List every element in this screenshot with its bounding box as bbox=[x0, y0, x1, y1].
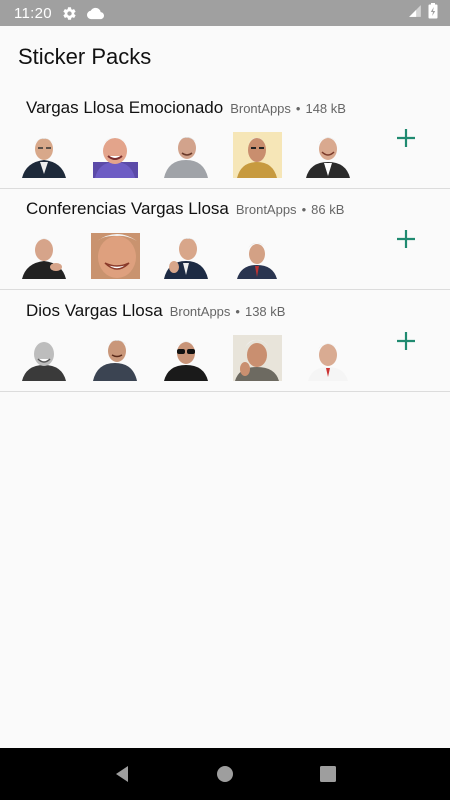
back-icon bbox=[115, 766, 128, 782]
home-icon bbox=[216, 766, 233, 782]
sticker-image bbox=[233, 233, 282, 279]
pack-separator: • bbox=[301, 202, 307, 217]
add-pack-button[interactable] bbox=[392, 327, 420, 355]
sticker-image bbox=[233, 335, 282, 381]
pack-name: Dios Vargas Llosa bbox=[26, 301, 163, 320]
pack-separator: • bbox=[235, 304, 240, 319]
pack-publisher: BrontApps bbox=[235, 202, 297, 217]
pack-size: 138 kB bbox=[244, 304, 286, 319]
status-time: 11:20 bbox=[14, 4, 52, 22]
sticker-row bbox=[20, 335, 353, 381]
plus-icon bbox=[397, 230, 415, 248]
sticker-image bbox=[20, 335, 69, 381]
plus-icon bbox=[397, 129, 415, 147]
pack-header: Dios Vargas Llosa BrontApps • 138 kB bbox=[26, 301, 285, 321]
status-bar: 11:20 bbox=[0, 0, 450, 26]
sticker-image bbox=[304, 132, 353, 178]
battery-charging-icon bbox=[428, 2, 438, 24]
add-pack-button[interactable] bbox=[392, 225, 420, 253]
sticker-pack-item[interactable]: Conferencias Vargas Llosa BrontApps • 86… bbox=[0, 189, 450, 290]
sticker-image bbox=[91, 233, 140, 279]
pack-name: Conferencias Vargas Llosa bbox=[26, 199, 229, 218]
pack-publisher: BrontApps bbox=[169, 304, 231, 319]
recents-icon bbox=[320, 766, 337, 782]
pack-name: Vargas Llosa Emocionado bbox=[26, 98, 224, 117]
back-button[interactable] bbox=[110, 762, 134, 786]
recents-button[interactable] bbox=[316, 762, 340, 786]
sticker-row bbox=[20, 132, 353, 178]
sticker-image bbox=[91, 335, 140, 381]
cloud-icon bbox=[86, 7, 104, 20]
add-pack-button[interactable] bbox=[392, 124, 420, 152]
sticker-row bbox=[20, 233, 282, 279]
sticker-pack-item[interactable]: Dios Vargas Llosa BrontApps • 138 kB bbox=[0, 291, 450, 392]
sticker-image bbox=[162, 132, 211, 178]
page-title: Sticker Packs bbox=[18, 44, 152, 69]
pack-separator: • bbox=[295, 101, 301, 116]
sticker-image bbox=[91, 132, 140, 178]
sticker-image bbox=[20, 233, 69, 279]
pack-size: 86 kB bbox=[311, 202, 345, 217]
plus-icon bbox=[397, 332, 415, 350]
pack-publisher: BrontApps bbox=[230, 101, 291, 116]
sticker-image bbox=[162, 335, 211, 381]
signal-icon bbox=[408, 4, 422, 23]
gear-icon bbox=[62, 6, 77, 21]
sticker-pack-item[interactable]: Vargas Llosa Emocionado BrontApps • 148 … bbox=[0, 88, 450, 189]
pack-size: 148 kB bbox=[305, 101, 346, 116]
navigation-bar bbox=[0, 748, 450, 800]
pack-header: Conferencias Vargas Llosa BrontApps • 86… bbox=[26, 199, 344, 219]
sticker-image bbox=[304, 335, 353, 381]
pack-header: Vargas Llosa Emocionado BrontApps • 148 … bbox=[26, 98, 346, 118]
sticker-image bbox=[162, 233, 211, 279]
home-button[interactable] bbox=[213, 762, 237, 786]
sticker-image bbox=[233, 132, 282, 178]
sticker-image bbox=[20, 132, 69, 178]
